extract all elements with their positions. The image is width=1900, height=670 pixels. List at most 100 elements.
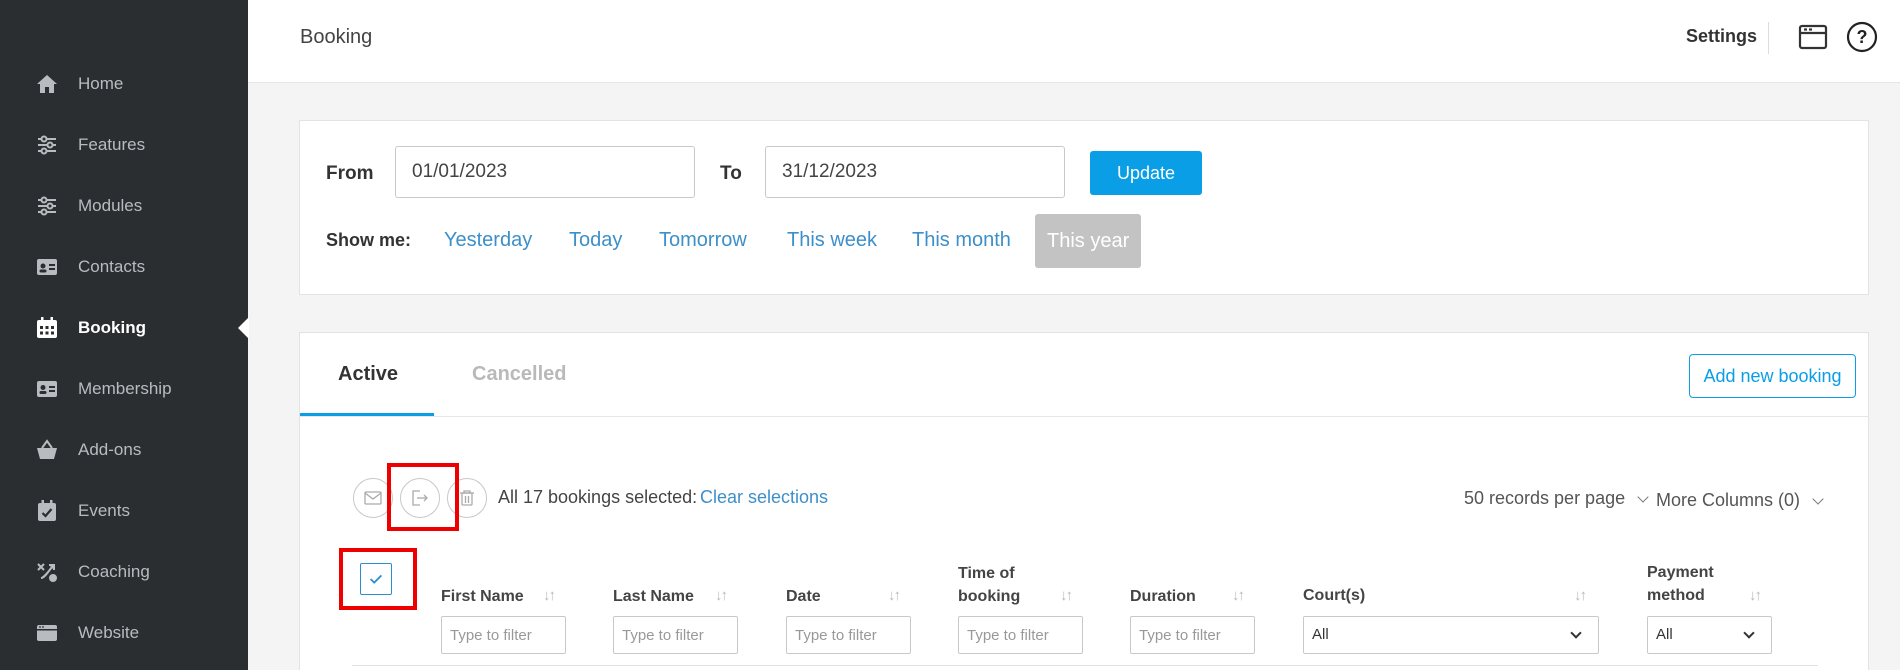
quick-this-week[interactable]: This week [787, 229, 877, 252]
courts-select[interactable]: All [1303, 616, 1599, 654]
sidebar: Home Features Modules Contacts Booking M… [0, 0, 249, 670]
records-per-page-label: 50 records per page [1464, 488, 1626, 508]
sidebar-nav: Home Features Modules Contacts Booking M… [0, 53, 249, 663]
basket-icon [34, 437, 60, 463]
update-button[interactable]: Update [1090, 151, 1202, 195]
sidebar-item-label: Website [78, 622, 140, 642]
from-date-input[interactable] [395, 146, 695, 198]
sidebar-item-events[interactable]: Events [0, 480, 248, 541]
column-header-courts[interactable]: Court(s) [1303, 584, 1365, 607]
sidebar-item-label: Home [78, 73, 124, 93]
sliders-icon [34, 132, 60, 158]
column-header-line: booking [958, 588, 1021, 605]
sort-icon[interactable]: ↓↑ [543, 587, 556, 604]
tab-cancelled[interactable]: Cancelled [472, 363, 566, 386]
home-icon [34, 71, 60, 97]
sidebar-item-label: Events [78, 500, 130, 520]
sidebar-item-membership[interactable]: Membership [0, 358, 248, 419]
chevron-down-icon [1637, 491, 1649, 503]
filter-date-input[interactable] [786, 616, 911, 654]
sidebar-item-booking[interactable]: Booking [0, 297, 249, 358]
chevron-down-icon [1743, 627, 1755, 639]
sort-icon[interactable]: ↓↑ [1574, 587, 1587, 604]
sidebar-item-add-ons[interactable]: Add-ons [0, 419, 248, 480]
mail-icon [364, 491, 382, 505]
filter-last-name-input[interactable] [613, 616, 738, 654]
sidebar-item-website[interactable]: Website [0, 602, 248, 663]
sidebar-item-features[interactable]: Features [0, 114, 248, 175]
page-title: Booking [300, 26, 373, 48]
tabs-bar: Active Cancelled Add new booking [300, 333, 1868, 417]
to-date-input[interactable] [765, 146, 1065, 198]
date-filter-card: From To Update Show me: Yesterday Today … [299, 120, 1869, 295]
sidebar-item-label: Modules [78, 195, 143, 215]
quick-today[interactable]: Today [569, 229, 622, 252]
from-label: From [326, 163, 374, 184]
more-columns-label: More Columns (0) [1656, 490, 1801, 510]
column-header-last-name[interactable]: Last Name [613, 585, 694, 608]
sort-icon[interactable]: ↓↑ [1232, 587, 1245, 604]
sidebar-item-label: Coaching [78, 561, 150, 581]
column-header-payment-method[interactable]: Payment method [1647, 561, 1714, 607]
more-columns-dropdown[interactable]: More Columns (0) [1656, 490, 1824, 511]
top-header: Booking Settings ? [248, 0, 1900, 83]
column-header-line: Payment [1647, 564, 1714, 581]
column-header-first-name[interactable]: First Name [441, 585, 524, 608]
quick-this-year[interactable]: This year [1035, 214, 1142, 268]
sidebar-item-contacts[interactable]: Contacts [0, 236, 248, 297]
filter-duration-input[interactable] [1130, 616, 1255, 654]
sidebar-item-label: Features [78, 134, 146, 154]
highlight-checkbox-box [339, 548, 417, 610]
help-icon[interactable]: ? [1846, 21, 1878, 53]
trash-icon [460, 490, 474, 506]
clear-selections-link[interactable]: Clear selections [700, 487, 828, 508]
payment-method-select[interactable]: All [1647, 616, 1772, 654]
sidebar-item-label: Booking [78, 317, 146, 337]
svg-text:?: ? [1857, 27, 1868, 47]
filter-first-name-input[interactable] [441, 616, 566, 654]
event-icon [34, 498, 60, 524]
browser-icon [34, 620, 60, 646]
id-card-icon [34, 376, 60, 402]
sidebar-item-home[interactable]: Home [0, 53, 248, 114]
sidebar-item-coaching[interactable]: Coaching [0, 541, 248, 602]
selection-summary: All 17 bookings selected: [498, 487, 698, 507]
bookings-card: Active Cancelled Add new booking All 17 … [299, 332, 1869, 670]
settings-link[interactable]: Settings [1686, 26, 1757, 47]
quick-yesterday[interactable]: Yesterday [444, 229, 532, 252]
window-icon[interactable] [1798, 22, 1828, 52]
courts-select-value: All [1312, 626, 1329, 643]
column-header-time-of-booking[interactable]: Time of booking [958, 562, 1020, 608]
contact-card-icon [34, 254, 60, 280]
sidebar-item-label: Membership [78, 378, 172, 398]
sort-icon[interactable]: ↓↑ [1749, 587, 1762, 604]
calendar-icon [34, 315, 60, 341]
header-divider [1768, 22, 1769, 54]
sidebar-item-label: Add-ons [78, 439, 142, 459]
sidebar-item-modules[interactable]: Modules [0, 175, 248, 236]
column-header-duration[interactable]: Duration [1130, 585, 1196, 608]
to-label: To [720, 163, 742, 184]
tab-active[interactable]: Active [338, 363, 398, 386]
quick-tomorrow[interactable]: Tomorrow [659, 229, 747, 252]
records-per-page-dropdown[interactable]: 50 records per page [1464, 488, 1649, 509]
filter-time-input[interactable] [958, 616, 1083, 654]
coaching-icon [34, 559, 60, 585]
sort-icon[interactable]: ↓↑ [1060, 587, 1073, 604]
add-new-booking-button[interactable]: Add new booking [1689, 354, 1856, 398]
chevron-down-icon [1812, 493, 1824, 505]
sliders-icon [34, 193, 60, 219]
chevron-down-icon [1570, 627, 1582, 639]
column-header-line: method [1647, 587, 1705, 604]
table-header-divider [352, 665, 1818, 666]
sort-icon[interactable]: ↓↑ [888, 587, 901, 604]
column-header-date[interactable]: Date [786, 585, 821, 608]
show-me-label: Show me: [326, 230, 412, 250]
quick-this-month[interactable]: This month [912, 229, 1011, 252]
payment-method-select-value: All [1656, 626, 1673, 643]
column-header-line: Time of [958, 565, 1015, 582]
active-tab-indicator [300, 413, 434, 416]
highlight-export-box [387, 463, 459, 531]
sidebar-item-label: Contacts [78, 256, 146, 276]
sort-icon[interactable]: ↓↑ [715, 587, 728, 604]
